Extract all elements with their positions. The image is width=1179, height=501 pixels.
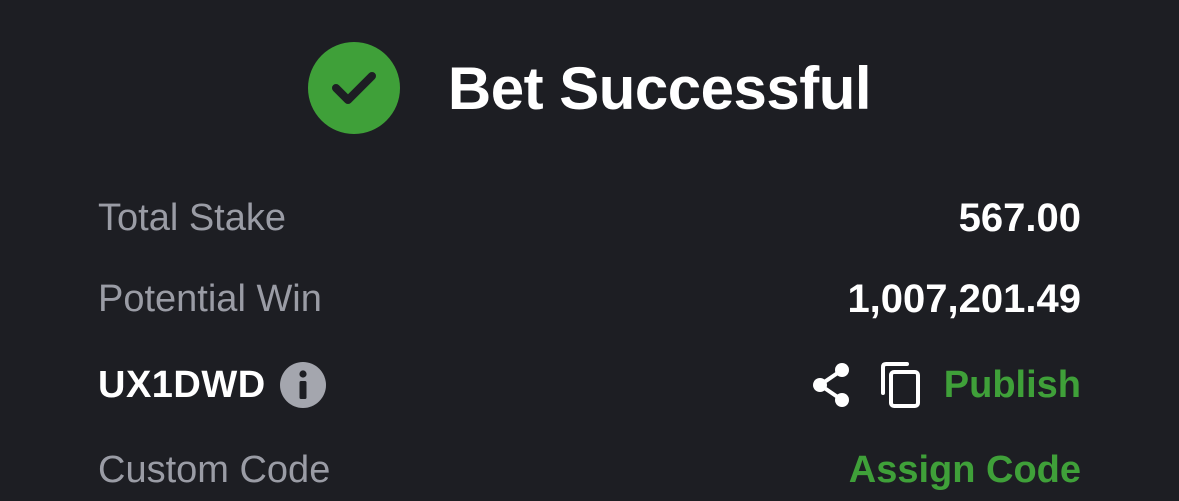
share-icon[interactable] xyxy=(808,360,854,410)
info-icon[interactable] xyxy=(279,362,326,408)
booking-code: UX1DWD xyxy=(98,363,266,406)
booking-code-row: UX1DWD Publish xyxy=(98,355,1081,415)
booking-code-group: UX1DWD xyxy=(98,362,326,408)
publish-button[interactable]: Publish xyxy=(944,364,1081,407)
potential-win-label: Potential Win xyxy=(98,277,322,320)
potential-win-value: 1,007,201.49 xyxy=(847,276,1081,321)
custom-code-label: Custom Code xyxy=(98,448,331,491)
total-stake-row: Total Stake 567.00 xyxy=(98,188,1081,248)
total-stake-value: 567.00 xyxy=(958,195,1081,240)
page-title: Bet Successful xyxy=(447,54,872,122)
potential-win-row: Potential Win 1,007,201.49 xyxy=(98,269,1081,329)
copy-icon[interactable] xyxy=(878,360,922,410)
success-header: Bet Successful xyxy=(0,42,1179,134)
total-stake-label: Total Stake xyxy=(98,196,286,239)
checkmark-circle-icon xyxy=(307,42,400,134)
assign-code-button[interactable]: Assign Code xyxy=(849,449,1081,492)
booking-actions: Publish xyxy=(808,360,1081,410)
custom-code-row: Custom Code Assign Code xyxy=(98,440,1081,500)
